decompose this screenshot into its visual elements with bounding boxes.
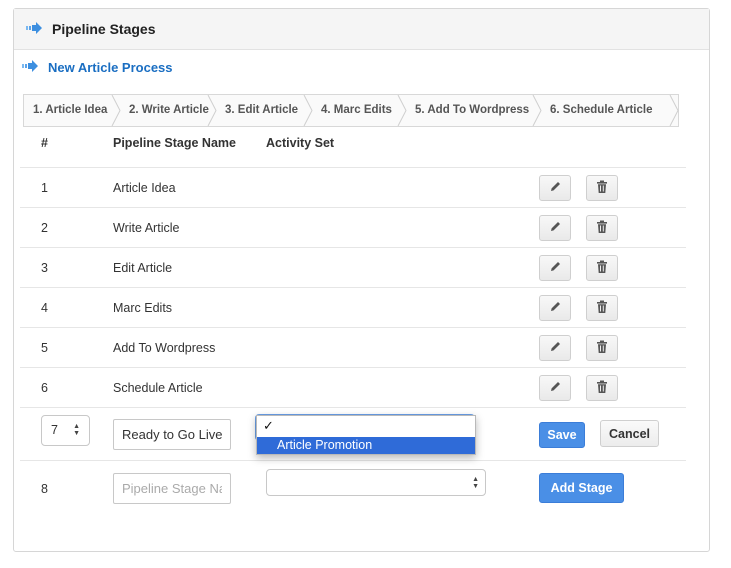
row-number: 1 [41, 181, 48, 195]
trash-icon [596, 260, 608, 277]
row-name: Schedule Article [113, 381, 203, 395]
new-activity-set-select[interactable]: ▲ ▼ [266, 469, 486, 496]
checkmark-icon: ✓ [263, 418, 274, 433]
page-title: Pipeline Stages [52, 21, 156, 37]
breadcrumb-step[interactable]: 5. Add To Wordpress [406, 95, 542, 126]
step-label: 6. Schedule Article [550, 104, 653, 116]
row-number: 2 [41, 221, 48, 235]
row-number: 8 [41, 482, 48, 496]
row-number: 6 [41, 381, 48, 395]
edit-button[interactable] [539, 175, 571, 201]
process-title[interactable]: New Article Process [48, 60, 173, 75]
delete-button[interactable] [586, 295, 618, 321]
save-button[interactable]: Save [539, 422, 585, 448]
delete-button[interactable] [586, 175, 618, 201]
table-row: 1 Article Idea [20, 167, 686, 208]
edit-button[interactable] [539, 255, 571, 281]
breadcrumb-step[interactable]: 4. Marc Edits [312, 95, 407, 126]
edit-button[interactable] [539, 375, 571, 401]
edit-button[interactable] [539, 335, 571, 361]
row-name: Add To Wordpress [113, 341, 216, 355]
row-name: Write Article [113, 221, 180, 235]
cancel-button[interactable]: Cancel [600, 420, 659, 447]
new-stage-row: 8 ▲▼ Add Stage [20, 460, 686, 516]
table-row: 4 Marc Edits [20, 287, 686, 328]
breadcrumb-step[interactable]: 3. Edit Article [216, 95, 313, 126]
breadcrumb-step[interactable]: 2. Write Article [120, 95, 217, 126]
pencil-icon [549, 300, 562, 316]
pencil-icon [549, 260, 562, 276]
step-label: 5. Add To Wordpress [415, 104, 530, 116]
step-label: 4. Marc Edits [321, 104, 392, 116]
edit-button[interactable] [539, 215, 571, 241]
process-link[interactable]: New Article Process [22, 60, 173, 75]
row-name: Article Idea [113, 181, 176, 195]
trash-icon [596, 220, 608, 237]
trash-icon [596, 300, 608, 317]
stage-breadcrumb: 1. Article Idea 2. Write Article 3. Edit… [23, 94, 679, 127]
pencil-icon [549, 340, 562, 356]
row-number: 4 [41, 301, 48, 315]
activity-set-dropdown: ✓ Article Promotion [256, 415, 476, 455]
table-row: 3 Edit Article [20, 247, 686, 288]
delete-button[interactable] [586, 375, 618, 401]
delete-button[interactable] [586, 215, 618, 241]
new-stage-name-input[interactable] [113, 473, 231, 504]
edit-button[interactable] [539, 295, 571, 321]
table-row: 6 Schedule Article [20, 367, 686, 408]
breadcrumb-step[interactable]: 6. Schedule Article [541, 95, 679, 126]
row-number: 3 [41, 261, 48, 275]
pencil-icon [549, 180, 562, 196]
column-header-name: Pipeline Stage Name [113, 136, 236, 150]
stage-name-input[interactable] [113, 419, 231, 450]
column-header-number: # [41, 136, 48, 150]
step-label: 1. Article Idea [33, 104, 108, 116]
panel-header: Pipeline Stages [14, 9, 709, 50]
table-row: 5 Add To Wordpress [20, 327, 686, 368]
stepper-arrows-icon: ▲ ▼ [73, 423, 80, 437]
row-name: Marc Edits [113, 301, 173, 315]
step-label: 3. Edit Article [225, 104, 299, 116]
dropdown-option-article-promotion[interactable]: Article Promotion [257, 437, 475, 454]
dropdown-option-blank[interactable]: ✓ [257, 416, 475, 437]
table-row: 2 Write Article [20, 207, 686, 248]
delete-button[interactable] [586, 335, 618, 361]
arrow-right-icon [22, 60, 38, 75]
trash-icon [596, 340, 608, 357]
trash-icon [596, 380, 608, 397]
breadcrumb-step[interactable]: 1. Article Idea [24, 95, 121, 126]
trash-icon [596, 180, 608, 197]
row-number: 5 [41, 341, 48, 355]
step-label: 2. Write Article [129, 104, 209, 116]
select-arrows-icon: ▲▼ [472, 476, 479, 490]
delete-button[interactable] [586, 255, 618, 281]
pencil-icon [549, 380, 562, 396]
pencil-icon [549, 220, 562, 236]
row-name: Edit Article [113, 261, 173, 275]
stage-order-value: 7 [51, 423, 58, 437]
stage-order-stepper[interactable]: 7 ▲ ▼ [41, 415, 90, 446]
column-header-activity: Activity Set [266, 136, 335, 150]
add-stage-button[interactable]: Add Stage [539, 473, 624, 503]
arrow-right-icon [26, 21, 42, 37]
